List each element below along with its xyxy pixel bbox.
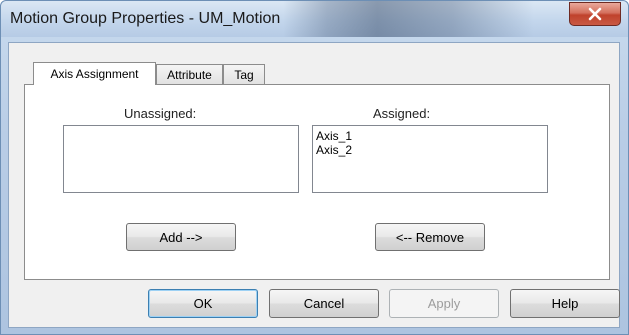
window-title: Motion Group Properties - UM_Motion — [10, 10, 281, 27]
list-item[interactable]: Axis_1 — [313, 129, 547, 143]
tab-axis-assignment-active[interactable]: Axis Assignment — [33, 62, 156, 85]
list-item[interactable]: Axis_2 — [313, 143, 547, 157]
close-icon — [587, 7, 603, 21]
remove-button[interactable]: <-- Remove — [375, 223, 485, 251]
ok-button[interactable]: OK — [148, 289, 258, 318]
tab-tag[interactable]: Tag — [223, 64, 265, 84]
unassigned-label: Unassigned: — [124, 106, 197, 121]
title-bar[interactable]: Motion Group Properties - UM_Motion — [1, 1, 628, 37]
close-button[interactable] — [569, 2, 621, 26]
help-button[interactable]: Help — [510, 289, 620, 318]
tab-attribute[interactable]: Attribute — [156, 64, 223, 84]
assigned-label: Assigned: — [373, 106, 431, 121]
assigned-listbox[interactable]: Axis_1 Axis_2 — [312, 125, 548, 193]
cancel-button[interactable]: Cancel — [269, 289, 379, 318]
apply-button[interactable]: Apply — [389, 289, 499, 318]
unassigned-listbox[interactable] — [63, 125, 299, 193]
add-button[interactable]: Add --> — [126, 223, 236, 251]
axis-assignment-panel: Unassigned: Assigned: Axis_1 Axis_2 Add … — [24, 84, 610, 280]
